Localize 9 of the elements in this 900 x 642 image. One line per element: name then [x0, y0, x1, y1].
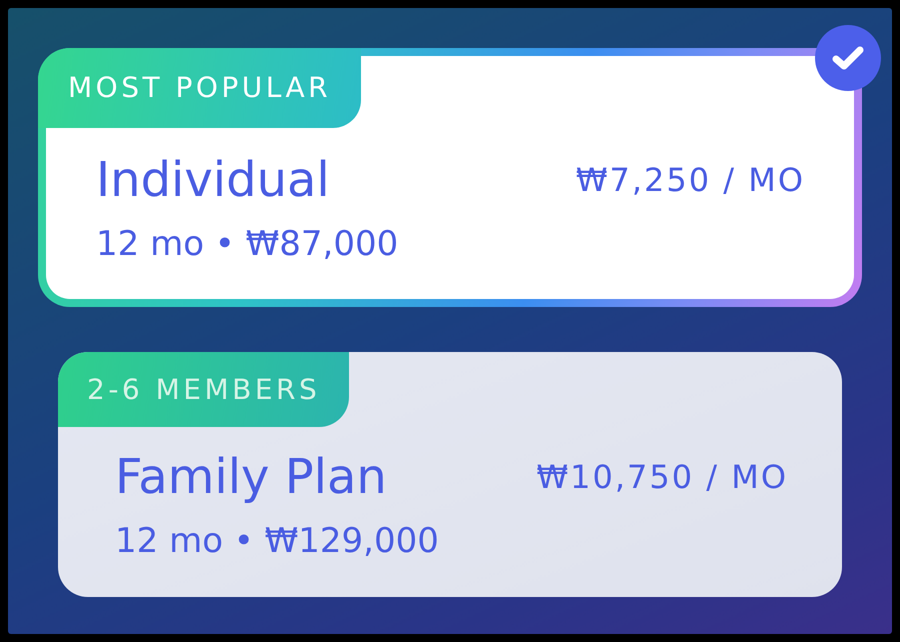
plan-card[interactable]: 2-6 MEMBERS Family Plan ₩10,750 / MO 12 mo • ₩129,000	[58, 352, 842, 597]
billing-summary: 12 mo • ₩87,000	[96, 224, 398, 265]
monthly-price: ₩10,750 / MO	[536, 458, 788, 497]
plan-name: Individual	[96, 153, 330, 208]
plan-badge: 2-6 MEMBERS	[58, 352, 350, 427]
monthly-price: ₩7,250 / MO	[576, 161, 805, 200]
plan-name: Family Plan	[115, 450, 387, 506]
billing-summary: 12 mo • ₩129,000	[115, 521, 439, 562]
plan-badge: MOST POPULAR	[38, 48, 362, 128]
